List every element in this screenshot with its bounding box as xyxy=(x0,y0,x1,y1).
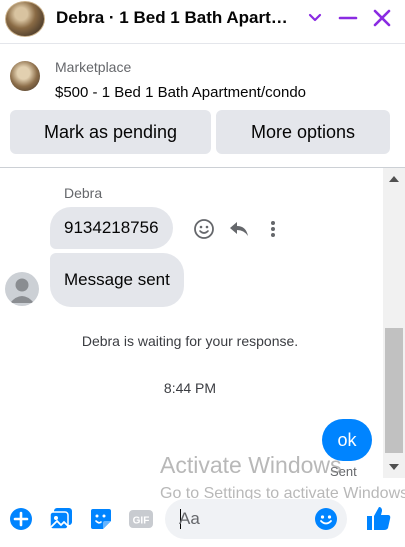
listing-card: Marketplace $500 - 1 Bed 1 Bath Apartmen… xyxy=(0,44,405,168)
more-icon[interactable] xyxy=(263,218,283,240)
chat-avatar[interactable] xyxy=(5,1,45,37)
like-icon[interactable] xyxy=(364,504,392,532)
svg-text:GIF: GIF xyxy=(133,516,150,527)
composer-bar: GIF xyxy=(0,490,405,547)
scroll-down-icon[interactable] xyxy=(389,464,399,470)
listing-title[interactable]: $500 - 1 Bed 1 Bath Apartment/condo xyxy=(55,84,306,101)
photo-icon[interactable] xyxy=(49,507,73,531)
avatar[interactable] xyxy=(5,272,39,306)
message-thread[interactable]: Debra 9134218756 Message sent Debra is w… xyxy=(0,168,383,478)
message-text: Message sent xyxy=(64,270,170,289)
timestamp: 8:44 PM xyxy=(163,380,217,396)
gif-icon[interactable]: GIF xyxy=(128,507,154,531)
close-icon[interactable] xyxy=(370,6,394,30)
listing-source: Marketplace xyxy=(55,59,132,75)
waiting-notice: Debra is waiting for your response. xyxy=(81,333,299,349)
incoming-message[interactable]: Message sent xyxy=(50,253,184,307)
message-input-wrapper[interactable] xyxy=(165,499,347,539)
chevron-down-icon[interactable] xyxy=(303,6,327,30)
scrollbar-thumb[interactable] xyxy=(385,328,403,453)
message-input[interactable] xyxy=(179,499,309,539)
message-text: ok xyxy=(337,429,357,450)
mark-as-pending-button[interactable]: Mark as pending xyxy=(10,110,211,154)
reply-icon[interactable] xyxy=(228,218,250,240)
sticker-icon[interactable] xyxy=(89,507,113,531)
activation-watermark-title: Activate Windows xyxy=(160,452,342,478)
scroll-up-icon[interactable] xyxy=(389,176,399,182)
more-options-button[interactable]: More options xyxy=(216,110,390,154)
message-text: 9134218756 xyxy=(64,218,159,237)
chat-header: Debra · 1 Bed 1 Bath Apart… xyxy=(0,0,405,44)
emoji-icon[interactable] xyxy=(314,507,338,531)
chat-title[interactable]: Debra · 1 Bed 1 Bath Apart… xyxy=(56,8,296,28)
listing-thumbnail[interactable] xyxy=(10,61,40,91)
react-icon[interactable] xyxy=(193,218,215,240)
sender-name: Debra xyxy=(64,185,103,201)
thread-scrollbar[interactable] xyxy=(383,168,405,478)
incoming-message[interactable]: 9134218756 xyxy=(50,207,173,249)
plus-icon[interactable] xyxy=(9,507,33,531)
minimize-icon[interactable] xyxy=(336,6,360,30)
